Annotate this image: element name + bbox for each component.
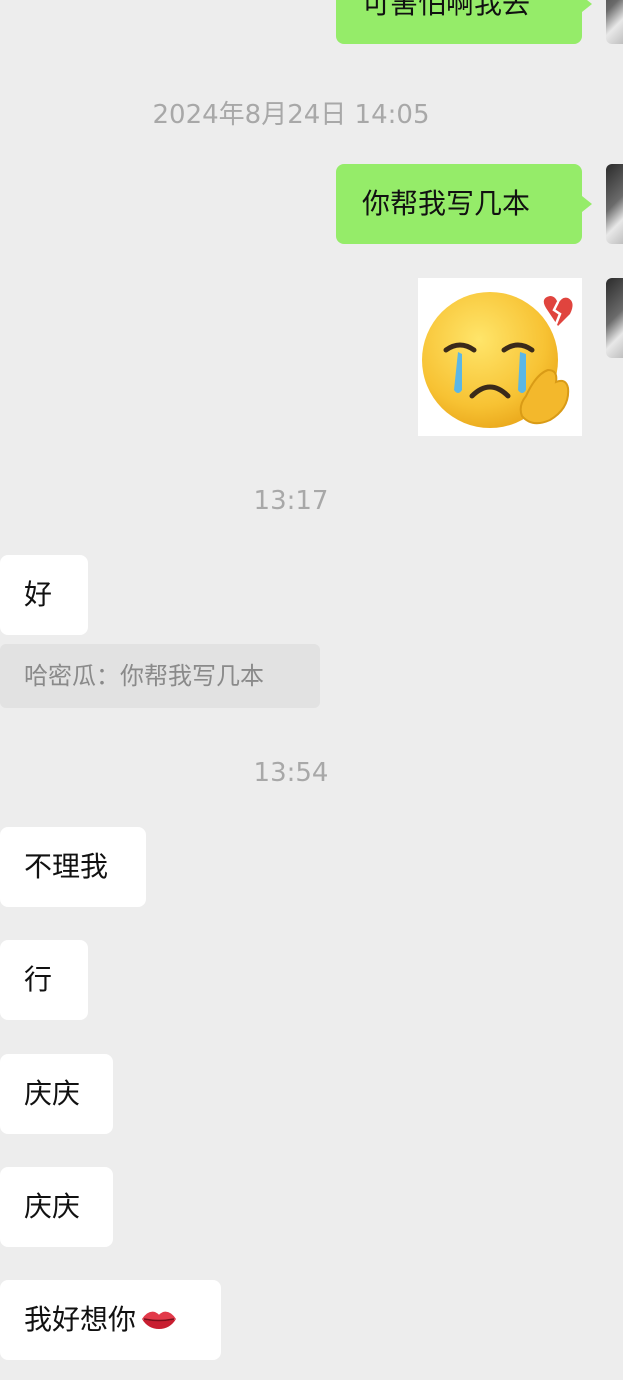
incoming-message[interactable]: 我好想你 <box>0 1280 221 1360</box>
message-text: 不理我 <box>24 850 109 883</box>
avatar[interactable] <box>606 0 623 44</box>
chat-area: 可害怕啊我去 2024年8月24日 14:05 你帮我写几本 13:17 好 哈… <box>0 0 623 1380</box>
message-text: 行 <box>24 963 53 996</box>
incoming-message[interactable]: 不理我 <box>0 827 146 907</box>
outgoing-message[interactable]: 你帮我写几本 <box>336 164 592 244</box>
avatar[interactable] <box>606 164 623 244</box>
incoming-message[interactable]: 庆庆 <box>0 1167 113 1247</box>
message-text: 我好想你 <box>24 1303 137 1336</box>
message-text: 庆庆 <box>24 1077 81 1110</box>
message-text: 你帮我写几本 <box>362 187 531 220</box>
timestamp: 13:54 <box>253 758 329 788</box>
timestamp: 2024年8月24日 14:05 <box>152 100 430 130</box>
incoming-message[interactable]: 庆庆 <box>0 1054 113 1134</box>
message-text: 好 <box>24 578 53 611</box>
incoming-message[interactable]: 行 <box>0 940 88 1020</box>
crying-face-sticker[interactable] <box>418 278 582 436</box>
avatar[interactable] <box>606 278 623 358</box>
lips-icon <box>140 1281 178 1361</box>
crying-face-icon <box>422 292 573 428</box>
incoming-message[interactable]: 好 <box>0 555 88 635</box>
message-text: 可害怕啊我去 <box>362 0 531 20</box>
quoted-message[interactable]: 哈密瓜：你帮我写几本 <box>0 644 320 708</box>
message-text: 庆庆 <box>24 1190 81 1223</box>
outgoing-message[interactable]: 可害怕啊我去 <box>336 0 592 44</box>
timestamp: 13:17 <box>253 486 329 516</box>
